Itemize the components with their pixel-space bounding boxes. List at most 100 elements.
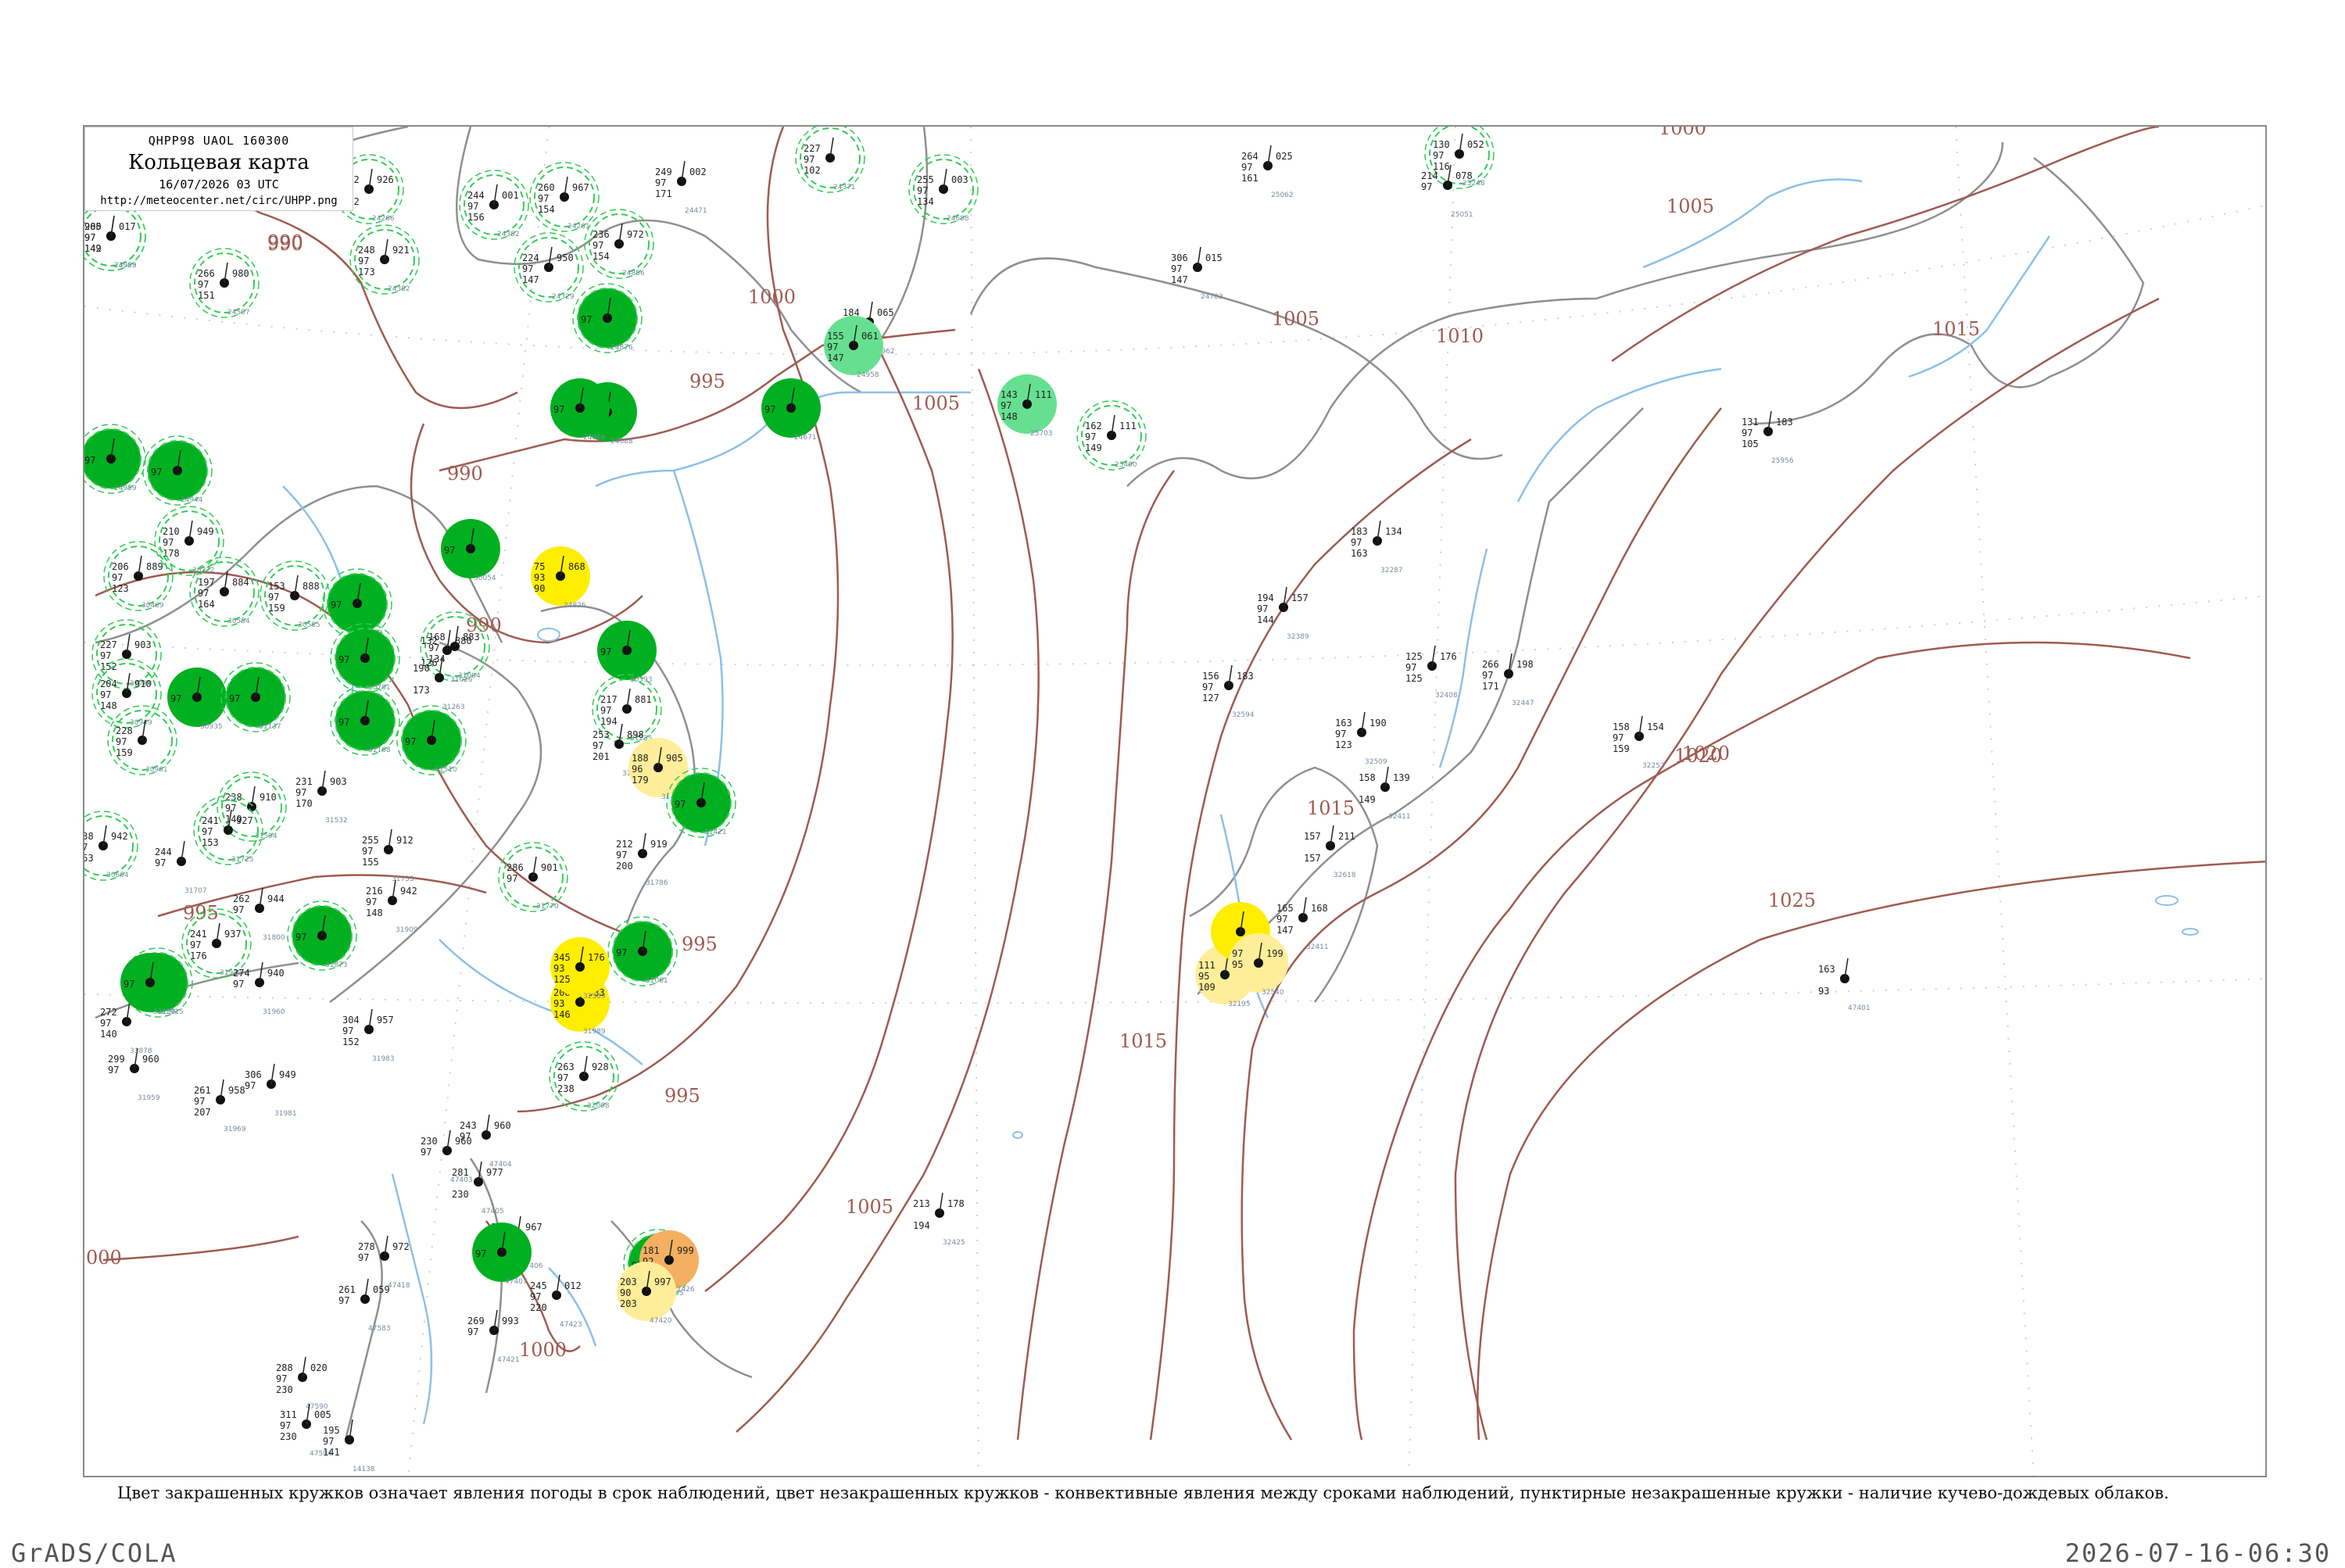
station-v: 921 bbox=[392, 245, 410, 256]
station-v: 889 bbox=[146, 561, 163, 572]
station-id: 24944 bbox=[181, 496, 203, 504]
station-p: 97 bbox=[100, 1018, 111, 1029]
station-t: 249 bbox=[655, 166, 672, 177]
station-id: 30054 bbox=[474, 575, 496, 582]
isobar-label: 1005 bbox=[1272, 308, 1319, 330]
station-id: 31981 bbox=[274, 1110, 297, 1118]
station-d: 171 bbox=[1482, 681, 1499, 692]
station-d: 156 bbox=[467, 212, 485, 223]
station-p: 97 bbox=[170, 693, 181, 704]
station-v: 980 bbox=[232, 268, 249, 279]
station-d: 123 bbox=[112, 583, 129, 594]
station-24856: 23697154 972 24856 bbox=[584, 209, 654, 279]
isobar-label: 1005 bbox=[846, 1196, 893, 1218]
station-p: 97 bbox=[202, 826, 213, 837]
station-id: 24371 bbox=[833, 184, 856, 192]
station-t: 272 bbox=[100, 1007, 117, 1018]
station-t: 306 bbox=[245, 1069, 262, 1080]
station-30781: 97 30781 bbox=[330, 623, 400, 693]
station-t: 130 bbox=[1433, 139, 1450, 150]
station-t: 203 bbox=[620, 1276, 637, 1287]
station-v: 957 bbox=[377, 1015, 394, 1026]
station-v: 960 bbox=[494, 1120, 511, 1131]
station-v: 065 bbox=[877, 307, 894, 318]
station-t: 204 bbox=[100, 678, 117, 689]
station-p: 95 bbox=[1198, 971, 1209, 982]
station-p: 97 bbox=[245, 1080, 256, 1091]
station-t: 261 bbox=[194, 1085, 211, 1096]
station-24382: 24497156 001 24382 bbox=[459, 170, 529, 240]
station-24944: 97 24944 bbox=[142, 435, 213, 506]
station-id: 24688 bbox=[947, 215, 969, 223]
station-t: 163 bbox=[1818, 964, 1835, 975]
station-v: 168 bbox=[1311, 903, 1328, 914]
station-id: 24959 bbox=[114, 485, 137, 492]
station-t: 304 bbox=[342, 1015, 360, 1026]
station-v: 967 bbox=[572, 182, 589, 193]
rivers bbox=[282, 178, 2051, 1425]
station-id: 30935 bbox=[200, 723, 223, 731]
station-31510: 97 31510 bbox=[396, 705, 467, 775]
station-p: 97 bbox=[295, 787, 306, 798]
station-24329: 22497147 950 24329 bbox=[514, 232, 584, 303]
station-p: 97 bbox=[655, 177, 666, 188]
station-p: 97 bbox=[280, 1420, 291, 1431]
station-id: 24876 bbox=[610, 344, 633, 352]
station-p: 97 bbox=[1433, 150, 1444, 161]
station-p: 97 bbox=[405, 736, 416, 747]
station-id: 31168 bbox=[368, 746, 391, 754]
station-d: 194 bbox=[600, 716, 618, 727]
station-d: 238 bbox=[557, 1083, 575, 1094]
station-id: 31137 bbox=[259, 723, 281, 731]
map-url: http://meteocenter.net/circ/UHPP.png bbox=[100, 195, 338, 207]
isobar-label: 995 bbox=[689, 371, 725, 392]
station-v: 111 bbox=[1035, 389, 1052, 400]
station-v: 972 bbox=[392, 1241, 410, 1252]
station-id: 31989 bbox=[583, 1028, 606, 1036]
station-32509: 16397123 190 32509 bbox=[1335, 711, 1387, 766]
isobar-label: 1005 bbox=[912, 392, 960, 414]
station-24876: 97 24876 bbox=[572, 283, 643, 353]
station-v: 949 bbox=[197, 526, 214, 537]
station-24688: 25597134 003 24688 bbox=[908, 154, 979, 224]
station-v: 015 bbox=[1205, 252, 1223, 263]
station-t: 278 bbox=[358, 1241, 375, 1252]
station-d: 203 bbox=[620, 1298, 637, 1309]
station-47418: 27897 972 47418 bbox=[358, 1235, 410, 1290]
station-d: 134 bbox=[917, 196, 934, 207]
station-d: 141 bbox=[323, 1447, 340, 1458]
station-p: 97 bbox=[155, 857, 166, 868]
isobar-label: 1015 bbox=[1932, 318, 1980, 340]
station-p: 97 bbox=[151, 467, 162, 478]
isobar-label: 995 bbox=[664, 1085, 700, 1107]
station-p: 97 bbox=[1257, 603, 1268, 614]
station-24959b: 97 24959 bbox=[84, 424, 146, 494]
station-47590: 2889723002047590 bbox=[276, 1356, 328, 1411]
station-32425: 213 194 178 32425 bbox=[913, 1192, 965, 1247]
station-v: 977 bbox=[486, 1167, 503, 1178]
station-d: 123 bbox=[1335, 739, 1352, 750]
station-t: 241 bbox=[202, 815, 219, 826]
station-p: 97 bbox=[229, 693, 240, 704]
station-p: 97 bbox=[1405, 662, 1416, 673]
station-d: 125 bbox=[1405, 673, 1423, 684]
station-d: 152 bbox=[342, 1036, 360, 1047]
station-v: 183 bbox=[1776, 417, 1793, 428]
station-p: 97 bbox=[116, 736, 127, 747]
station-d: 109 bbox=[1198, 982, 1215, 993]
isobar-label: 1000 bbox=[1659, 127, 1706, 139]
station-v: 940 bbox=[267, 968, 285, 979]
station-31168: 97 31168 bbox=[330, 686, 400, 756]
station-id: 31960 bbox=[263, 1008, 285, 1016]
station-id: 47407 bbox=[505, 1278, 528, 1286]
station-id: 25703 bbox=[1030, 430, 1053, 438]
station-p: 97 bbox=[507, 873, 517, 884]
station-d: 159 bbox=[116, 747, 133, 758]
station-d: 147 bbox=[1276, 925, 1294, 936]
station-31263: 190 173 31263 bbox=[413, 657, 465, 711]
station-31026: 13212688031026 bbox=[421, 629, 473, 684]
station-p: 97 bbox=[764, 404, 775, 415]
station-p: 97 bbox=[675, 799, 686, 810]
station-t: 306 bbox=[1171, 252, 1188, 263]
station-t: 214 bbox=[1421, 170, 1438, 181]
